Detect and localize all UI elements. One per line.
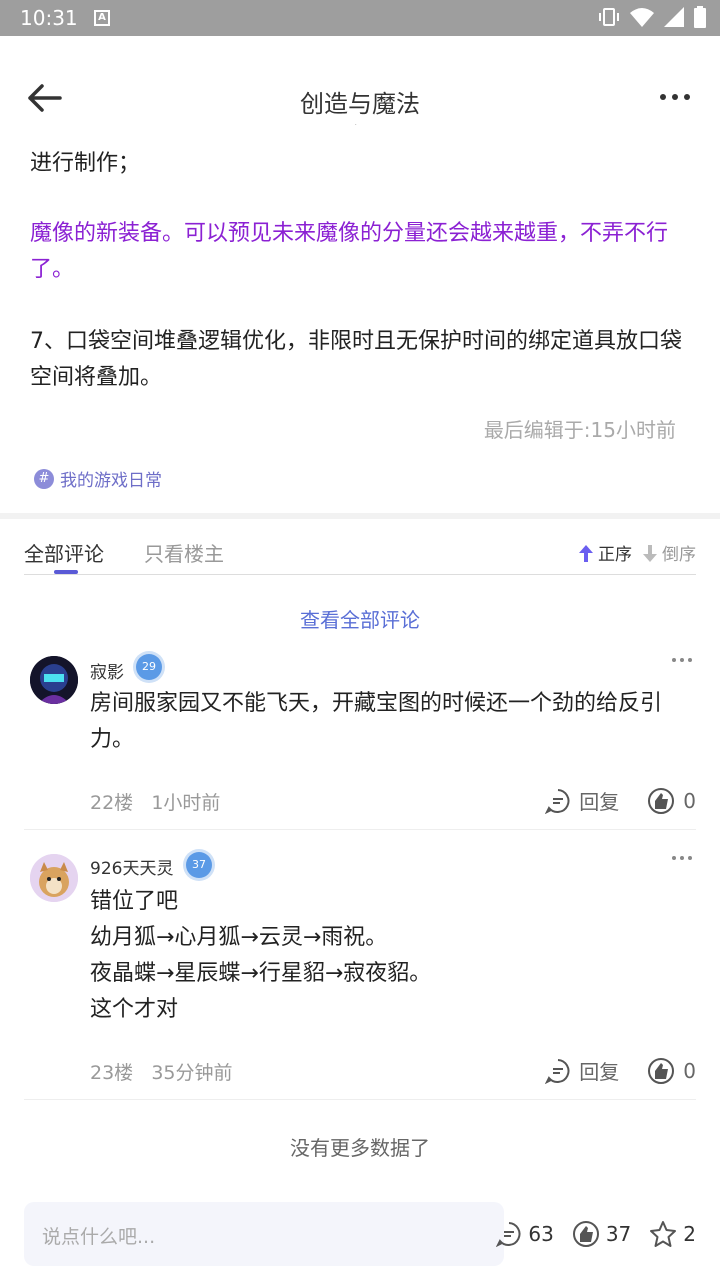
sort-desc-label: 倒序 [662,545,696,565]
comment-item: 寂影 29 房间服家园又不能飞天，开藏宝图的时候还一个劲的给反引力。 22楼 1… [24,650,696,830]
no-more-data: 没有更多数据了 [290,1136,430,1160]
comment-line: 幼月狐→心月狐→云灵→雨祝。 [90,925,388,950]
comment-actions: 回复 0 [545,786,696,815]
like-button[interactable]: 0 [647,1057,696,1085]
level-badge: 37 [186,852,212,878]
comments-count: 63 [528,1222,554,1246]
comment-line: 错位了吧 [90,889,179,914]
likes-count-button[interactable]: 37 [572,1220,631,1248]
comment-tabs: 全部评论 只看楼主 正序 倒序 [24,538,696,575]
likes-count: 37 [605,1222,632,1246]
comment-text: 房间服家园又不能飞天，开藏宝图的时候还一个劲的给反引力。 [90,691,663,752]
sort-controls: 正序 倒序 [578,540,696,565]
like-count: 0 [683,1058,696,1083]
reply-label: 回复 [579,1060,620,1084]
thumbs-up-icon [572,1221,599,1247]
active-tab-indicator [54,570,78,574]
bottom-stats: 63 37 2 [496,1220,696,1248]
floor-number: 23楼 [90,1062,134,1084]
signal-icon [664,7,684,27]
header-bar: 创造与魔法 [0,36,720,124]
reply-button[interactable]: 回复 [545,786,619,815]
comment-time: 1小时前 [151,792,221,814]
comment-line: 夜晶蝶→星辰蝶→行星貂→寂夜貂。 [90,961,432,986]
thumbs-up-icon [648,787,675,814]
topic-tag-label: 我的游戏日常 [60,471,162,491]
comment-actions: 回复 0 [545,1056,696,1085]
reply-button[interactable]: 回复 [545,1056,619,1085]
floor-number: 22楼 [90,792,134,814]
favorites-count: 2 [683,1222,696,1246]
notification-icon: A [94,10,110,26]
last-edited: 最后编辑于:15小时前 [483,418,676,442]
arrow-up-icon [579,544,593,562]
status-bar: 10:31 A [0,0,720,36]
wifi-icon [630,8,654,27]
article-item-7: 7、口袋空间堆叠逻辑优化，非限时且无保护时间的绑定道具放口袋空间将叠加。 [30,329,682,390]
avatar-image [30,854,78,902]
vibrate-icon [599,8,619,26]
tab-all-comments[interactable]: 全部评论 [24,538,104,567]
commenter-name[interactable]: 926天天灵 [90,854,173,879]
comment-time: 35分钟前 [151,1062,233,1084]
commenter-name[interactable]: 寂影 [90,658,124,683]
page-title: 创造与魔法 [300,90,420,118]
arrow-down-icon [643,544,657,562]
section-divider [0,513,720,519]
comment-line: 这个才对 [90,997,179,1022]
sort-asc-button[interactable]: 正序 [578,540,632,565]
view-all-comments-link[interactable]: 查看全部评论 [0,604,720,633]
comments-count-button[interactable]: 63 [496,1221,554,1247]
sort-asc-label: 正序 [598,545,632,565]
avatar[interactable] [30,854,78,902]
article-line: 进行制作； [30,151,141,176]
article-highlight-text: 魔像的新装备。可以预见未来魔像的分量还会越来越重，不弄不行了。 [30,221,669,282]
favorite-button[interactable]: 2 [649,1220,696,1248]
thumbs-up-icon [648,1057,675,1084]
comment-separator [24,1099,696,1100]
like-button[interactable]: 0 [647,787,696,815]
comment-input-placeholder: 说点什么吧... [42,1226,156,1248]
comment-meta: 23楼 35分钟前 [90,1058,233,1085]
comment-meta: 22楼 1小时前 [90,788,220,815]
tab-op-only[interactable]: 只看楼主 [144,538,224,567]
status-icons [598,6,706,28]
sort-desc-button[interactable]: 倒序 [642,540,696,565]
status-time: 10:31 [20,6,78,30]
comment-icon [496,1222,521,1247]
reply-label: 回复 [579,790,620,814]
comment-input[interactable]: 说点什么吧... [24,1202,504,1266]
reply-icon [545,788,570,814]
comment-item: 926天天灵 37 错位了吧 幼月狐→心月狐→云灵→雨祝。 夜晶蝶→星辰蝶→行星… [24,848,696,1098]
like-count: 0 [683,788,696,813]
reply-icon [545,1058,570,1084]
battery-icon [694,6,706,28]
hash-icon: # [34,468,54,489]
comment-text: 错位了吧 幼月狐→心月狐→云灵→雨祝。 夜晶蝶→星辰蝶→行星貂→寂夜貂。 这个才… [90,884,696,1028]
avatar[interactable] [30,656,78,704]
comment-more-icon[interactable] [672,658,692,662]
comment-more-icon[interactable] [672,856,692,860]
more-menu-icon[interactable] [660,94,690,100]
star-icon [650,1221,677,1247]
avatar-image [30,656,78,704]
comment-separator [24,829,696,830]
topic-tag[interactable]: # 我的游戏日常 [34,466,162,491]
level-badge: 29 [136,654,162,680]
